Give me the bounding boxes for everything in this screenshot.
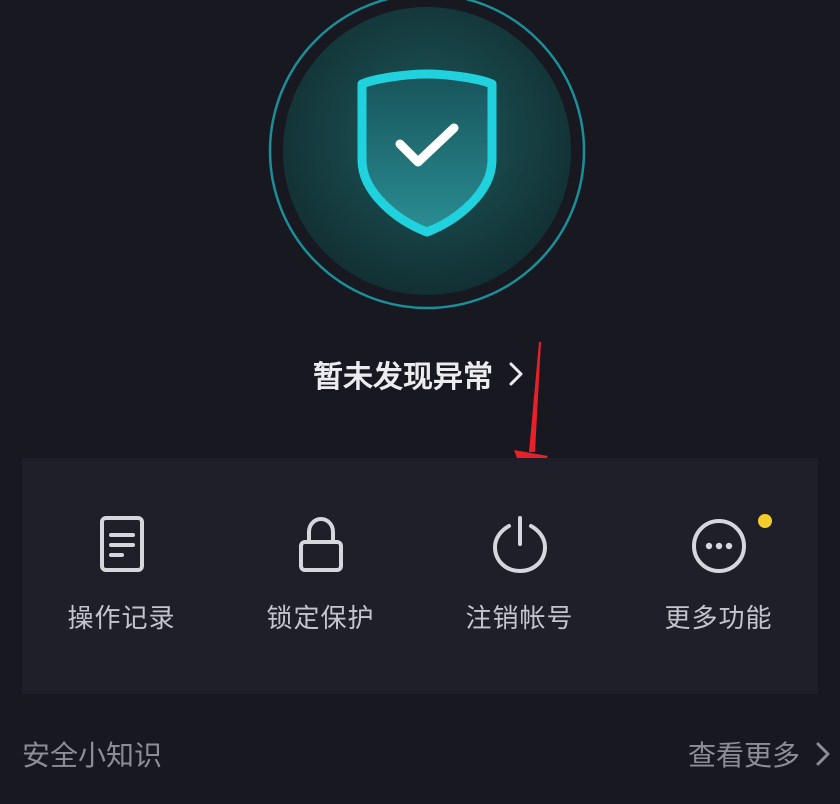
lock-icon [298,516,343,572]
security-status-text: 暂未发现异常 [313,360,493,395]
action-deactivate-account[interactable]: 注销帐号 [420,458,619,635]
more-icon [691,519,746,573]
security-tips-row: 安全小知识 查看更多 [22,734,832,774]
view-more-link[interactable]: 查看更多 [688,734,832,774]
security-status-link[interactable]: 暂未发现异常 [0,352,840,396]
action-label: 更多功能 [664,604,773,634]
chevron-right-icon [816,742,830,766]
action-more-features[interactable]: 更多功能 [619,458,818,635]
shield-check-icon [268,0,586,310]
quick-actions-panel: 操作记录 锁定保护 注销帐号 更多功能 [22,458,818,694]
tips-title: 安全小知识 [22,739,163,772]
power-icon [492,516,547,574]
notification-dot [758,514,772,528]
view-more-label: 查看更多 [687,739,800,772]
security-center-page: 暂未发现异常 操作记录 锁定保护 注销帐号 更多功能 安全小知识 查看更多 [0,0,840,804]
action-label: 锁定保护 [266,604,375,634]
action-label: 操作记录 [67,604,176,634]
document-icon [99,516,144,572]
action-label: 注销帐号 [465,604,574,634]
action-operation-log[interactable]: 操作记录 [22,458,221,635]
action-lock-protection[interactable]: 锁定保护 [221,458,420,635]
